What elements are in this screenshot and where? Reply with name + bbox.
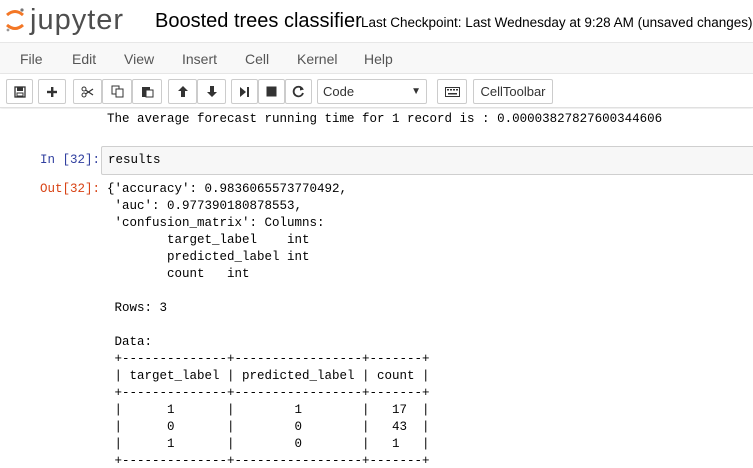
plus-icon <box>47 86 57 97</box>
output-line: | 1 | 0 | 1 | <box>107 437 430 451</box>
output-line: 'auc': 0.977390180878553, <box>107 199 303 213</box>
stop-icon <box>266 86 277 97</box>
jupyter-logo-icon <box>6 8 24 32</box>
header: jupyter Boosted trees classifier Last Ch… <box>0 0 753 42</box>
arrow-up-icon <box>177 86 188 97</box>
menu-view[interactable]: View <box>124 51 154 67</box>
paste-button[interactable] <box>132 79 162 104</box>
copy-button[interactable] <box>102 79 132 104</box>
input-prompt: In [32]: <box>40 153 101 167</box>
menubar: File Edit View Insert Cell Kernel Help <box>0 42 753 74</box>
restart-kernel-button[interactable] <box>285 79 312 104</box>
notebook-title[interactable]: Boosted trees classifier <box>155 10 362 33</box>
output-line: predicted_label int <box>107 250 310 264</box>
notebook-area[interactable]: The average forecast running time for 1 … <box>0 109 753 468</box>
menu-kernel[interactable]: Kernel <box>297 51 337 67</box>
copy-icon <box>111 85 123 98</box>
insert-cell-button[interactable] <box>38 79 66 104</box>
output-line: | target_label | predicted_label | count… <box>107 369 430 383</box>
checkpoint-status: Last Checkpoint: Last Wednesday at 9:28 … <box>361 15 753 30</box>
jupyter-logo[interactable]: jupyter <box>4 2 124 38</box>
save-button[interactable] <box>6 79 33 104</box>
arrow-down-icon <box>206 86 217 97</box>
output-line: Data: <box>107 335 153 349</box>
output-line: {'accuracy': 0.9836065573770492, <box>107 182 348 196</box>
keyboard-icon <box>444 86 460 97</box>
menu-cell[interactable]: Cell <box>245 51 269 67</box>
logo-text: jupyter <box>30 3 125 36</box>
refresh-icon <box>292 85 304 98</box>
cut-button[interactable] <box>73 79 102 104</box>
interrupt-kernel-button[interactable] <box>258 79 285 104</box>
move-up-button[interactable] <box>168 79 197 104</box>
output-line: +--------------+-----------------+------… <box>107 386 430 400</box>
celltoolbar-button[interactable]: CellToolbar <box>473 79 553 104</box>
menu-help[interactable]: Help <box>364 51 393 67</box>
output-prompt: Out[32]: <box>40 182 101 196</box>
celltoolbar-label: CellToolbar <box>480 84 546 99</box>
command-palette-button[interactable] <box>437 79 467 104</box>
cell-type-select[interactable]: Code ▼ <box>317 79 427 104</box>
output-line: Rows: 3 <box>107 301 168 315</box>
cut-icon <box>81 86 94 97</box>
step-forward-icon <box>240 86 249 97</box>
input-code[interactable]: results <box>108 153 161 167</box>
output-line: | 1 | 1 | 17 | <box>107 403 430 417</box>
output-line: | 0 | 0 | 43 | <box>107 420 430 434</box>
save-icon <box>13 85 26 98</box>
output-line: 'confusion_matrix': Columns: <box>107 216 325 230</box>
output-line: +--------------+-----------------+------… <box>107 454 430 468</box>
paste-icon <box>141 87 153 98</box>
output-line: target_label int <box>107 233 310 247</box>
output-line: count int <box>107 267 250 281</box>
cell-type-value: Code <box>323 84 355 99</box>
previous-output: The average forecast running time for 1 … <box>107 112 663 126</box>
chevron-down-icon: ▼ <box>411 86 421 97</box>
menu-file[interactable]: File <box>20 51 43 67</box>
move-down-button[interactable] <box>197 79 226 104</box>
menu-insert[interactable]: Insert <box>182 51 217 67</box>
output-line: +--------------+-----------------+------… <box>107 352 430 366</box>
run-cell-button[interactable] <box>231 79 258 104</box>
menu-edit[interactable]: Edit <box>72 51 96 67</box>
code-cell-input[interactable]: results <box>101 146 753 175</box>
